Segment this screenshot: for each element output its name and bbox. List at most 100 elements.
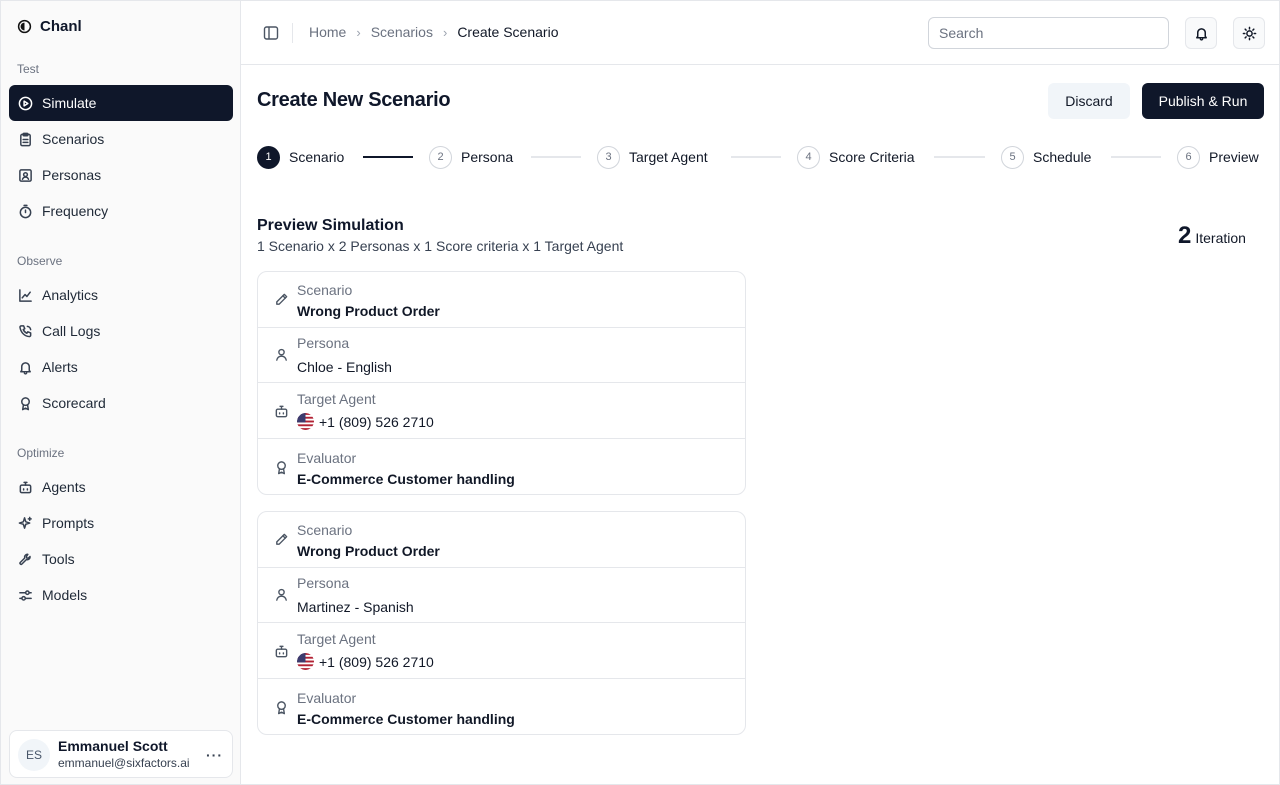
row-label: Scenario [297, 522, 353, 538]
simulation-card: Scenario Wrong Product Order Persona Mar… [257, 511, 746, 735]
topbar: Home › Scenarios › Create Scenario [241, 1, 1279, 65]
sidebar-item-label: Prompts [42, 515, 95, 531]
sidebar-item-label: Tools [42, 551, 75, 567]
sidebar-item-label: Call Logs [42, 323, 101, 339]
search-input[interactable] [928, 17, 1169, 49]
chanl-logo-icon [17, 19, 32, 34]
step-label: Scenario [289, 149, 345, 165]
sidebar-item-alerts[interactable]: Alerts [9, 349, 233, 385]
sidebar-item-analytics[interactable]: Analytics [9, 277, 233, 313]
target-agent-value: +1 (809) 526 2710 [297, 413, 434, 430]
line-chart-icon [19, 288, 32, 302]
sidebar-item-personas[interactable]: Personas [9, 157, 233, 193]
target-agent-row: Target Agent +1 (809) 526 2710 [258, 383, 745, 439]
step-connector [934, 156, 985, 158]
sparkles-icon [18, 516, 32, 529]
sidebar-item-simulate[interactable]: Simulate [9, 85, 233, 121]
user-email: emmanuel@sixfactors.ai [58, 756, 190, 770]
contact-icon [19, 168, 32, 182]
evaluator-value: E-Commerce Customer handling [297, 471, 515, 487]
award-icon [277, 461, 286, 475]
sidebar-item-call-logs[interactable]: Call Logs [9, 313, 233, 349]
sidebar-item-prompts[interactable]: Prompts [9, 505, 233, 541]
sidebar-item-label: Models [42, 587, 88, 603]
target-agent-number: +1 (809) 526 2710 [319, 413, 434, 430]
breadcrumb-scenarios[interactable]: Scenarios [371, 24, 433, 40]
simulation-card: Scenario Wrong Product Order Persona Chl… [257, 271, 746, 495]
pencil-icon [276, 533, 288, 545]
evaluator-row: Evaluator E-Commerce Customer handling [258, 439, 745, 495]
preview-title: Preview Simulation [257, 217, 404, 234]
step-label: Score Criteria [829, 149, 915, 165]
brand-logo[interactable]: Chanl [17, 18, 82, 35]
bell-icon [1195, 27, 1207, 41]
theme-toggle-button[interactable] [1233, 17, 1265, 49]
more-options-icon[interactable]: ··· [206, 747, 223, 763]
target-agent-value: +1 (809) 526 2710 [297, 653, 434, 670]
step-connector [731, 156, 781, 158]
sidebar-toggle-icon[interactable] [263, 25, 279, 41]
step-number: 1 [257, 145, 280, 169]
discard-button[interactable]: Discard [1048, 83, 1130, 119]
sidebar-item-frequency[interactable]: Frequency [9, 193, 233, 229]
chevron-right-icon: › [356, 24, 361, 40]
row-label: Evaluator [297, 690, 357, 706]
step-score-criteria[interactable]: 4 Score Criteria [797, 145, 915, 169]
app-window: Chanl Test Simulate Scenarios Personas F… [0, 0, 1280, 785]
row-label: Persona [297, 575, 350, 591]
sliders-icon [19, 589, 32, 601]
step-number: 5 [1001, 145, 1024, 169]
step-number: 6 [1177, 145, 1200, 169]
timer-icon [19, 204, 32, 218]
step-preview[interactable]: 6 Preview [1177, 145, 1259, 169]
target-agent-row: Target Agent +1 (809) 526 2710 [258, 623, 745, 679]
step-scenario[interactable]: 1 Scenario [257, 145, 344, 169]
step-label: Persona [461, 149, 514, 165]
avatar: ES [18, 739, 50, 771]
sidebar-item-label: Scenarios [42, 131, 105, 147]
scenario-row: Scenario Wrong Product Order [258, 272, 745, 328]
step-number: 2 [429, 145, 452, 169]
award-icon [277, 701, 286, 715]
topbar-divider [292, 23, 293, 43]
section-label-optimize: Optimize [17, 446, 65, 460]
bot-icon [19, 481, 32, 493]
sidebar-item-scenarios[interactable]: Scenarios [9, 121, 233, 157]
user-profile-card[interactable]: ES Emmanuel Scott emmanuel@sixfactors.ai… [9, 730, 233, 778]
sidebar-item-label: Simulate [42, 95, 97, 111]
play-circle-icon [18, 96, 33, 110]
step-connector [531, 156, 581, 158]
breadcrumb-current: Create Scenario [457, 24, 559, 40]
step-schedule[interactable]: 5 Schedule [1001, 145, 1091, 169]
sidebar-item-models[interactable]: Models [9, 577, 233, 613]
step-label: Preview [1209, 149, 1259, 165]
persona-row: Persona Chloe - English [258, 327, 745, 383]
preview-subtitle: 1 Scenario x 2 Personas x 1 Score criter… [257, 238, 624, 254]
notifications-button[interactable] [1185, 17, 1217, 49]
section-label-test: Test [17, 62, 40, 76]
section-label-observe: Observe [17, 254, 63, 268]
iteration-label: Iteration [1195, 230, 1246, 246]
sidebar-item-label: Analytics [42, 287, 99, 303]
iteration-count: 2 [1178, 222, 1192, 249]
evaluator-row: Evaluator E-Commerce Customer handling [258, 679, 745, 735]
award-icon [21, 396, 30, 410]
persona-value: Chloe - English [297, 359, 392, 375]
step-target-agent[interactable]: 3 Target Agent [597, 145, 708, 169]
chevron-right-icon: › [442, 24, 448, 40]
step-persona[interactable]: 2 Persona [429, 145, 513, 169]
publish-run-button[interactable]: Publish & Run [1142, 83, 1264, 119]
bot-icon [275, 645, 288, 658]
scenario-row: Scenario Wrong Product Order [258, 512, 745, 568]
persona-row: Persona Martinez - Spanish [258, 567, 745, 623]
sun-icon [1242, 26, 1256, 40]
step-number: 4 [797, 145, 820, 169]
sidebar-item-tools[interactable]: Tools [9, 541, 233, 577]
breadcrumb-home[interactable]: Home [309, 24, 346, 40]
scenario-value: Wrong Product Order [297, 303, 440, 319]
step-connector [363, 156, 413, 158]
target-agent-number: +1 (809) 526 2710 [319, 653, 434, 670]
sidebar-item-agents[interactable]: Agents [9, 469, 233, 505]
sidebar-item-label: Alerts [42, 359, 78, 375]
sidebar-item-scorecard[interactable]: Scorecard [9, 385, 233, 421]
